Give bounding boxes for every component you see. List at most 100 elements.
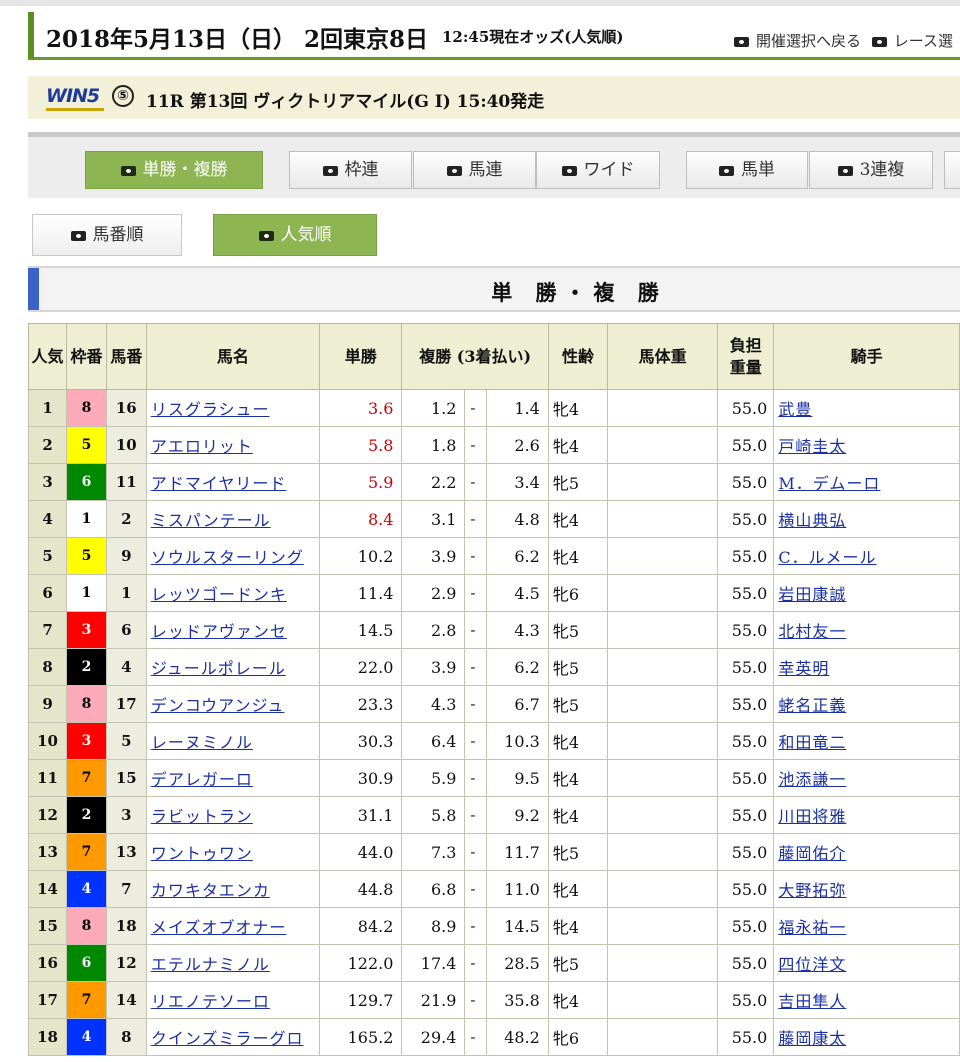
place-odds-separator: - — [464, 611, 487, 649]
popularity-rank: 3 — [27, 463, 68, 501]
horse-name-cell: エテルナミノル — [145, 944, 320, 982]
burden-weight: 55.0 — [717, 870, 775, 908]
horse-name-link[interactable]: ミスパンテール — [151, 511, 271, 530]
jockey-cell: 和田竜二 — [773, 722, 960, 760]
page-header: 2018年5月13日（日） 2回東京8日 12:45現在オッズ(人気順) 開催選… — [28, 10, 960, 60]
jockey-cell: 川田将雅 — [773, 796, 960, 834]
popularity-rank: 6 — [27, 574, 68, 612]
place-odds-separator: - — [464, 426, 487, 464]
jockey-link[interactable]: 横山典弘 — [778, 511, 846, 530]
horse-name-link[interactable]: リスグラシュー — [151, 400, 270, 419]
sort-by-popularity[interactable]: 人気順 — [213, 214, 377, 256]
horse-name-link[interactable]: エテルナミノル — [151, 955, 270, 974]
jockey-link[interactable]: 福永祐一 — [778, 918, 846, 937]
jockey-cell: 藤岡佑介 — [773, 833, 960, 871]
table-row: 7 3 6 レッドアヴァンセ 14.5 2.8-4.3 牝5 55.0 北村友一 — [27, 611, 960, 649]
race-select-link[interactable]: レース選 — [871, 32, 953, 50]
jockey-link[interactable]: 池添謙一 — [778, 770, 846, 789]
horse-name-link[interactable]: リエノテソーロ — [151, 992, 270, 1011]
horse-name-cell: レッツゴードンキ — [145, 574, 320, 612]
jockey-cell: 幸英明 — [773, 648, 960, 686]
jockey-link[interactable]: M．デムーロ — [778, 474, 880, 493]
tab-quinella[interactable]: 馬連 — [413, 151, 536, 189]
horse-name-link[interactable]: ワントゥワン — [151, 844, 253, 863]
burden-weight: 55.0 — [717, 981, 775, 1019]
horse-number: 3 — [105, 796, 147, 834]
jockey-link[interactable]: 藤岡佑介 — [778, 844, 846, 863]
table-row: 15 8 18 メイズオブオナー 84.2 8.9-14.5 牝4 55.0 福永祐一 — [27, 907, 960, 945]
horse-name-link[interactable]: デアレガーロ — [151, 770, 253, 789]
jockey-link[interactable]: C．ルメール — [778, 548, 876, 567]
horse-name-link[interactable]: クインズミラーグロ — [151, 1029, 304, 1048]
place-odds-max: 10.3 — [485, 722, 549, 760]
body-weight — [607, 685, 719, 723]
horse-name-link[interactable]: デンコウアンジュ — [151, 696, 285, 715]
place-odds-max: 4.3 — [485, 611, 549, 649]
jockey-link[interactable]: 北村友一 — [778, 622, 846, 641]
horse-name-cell: カワキタエンカ — [145, 870, 320, 908]
table-row: 5 5 9 ソウルスターリング 10.2 3.9-6.2 牝4 55.0 C．ルメール — [27, 537, 960, 575]
tab-more[interactable] — [944, 151, 960, 189]
pill-icon — [446, 165, 462, 176]
place-odds-max: 6.2 — [485, 537, 549, 575]
tab-exacta[interactable]: 馬単 — [686, 151, 808, 189]
jockey-link[interactable]: 四位洋文 — [778, 955, 846, 974]
horse-name-link[interactable]: レーヌミノル — [151, 733, 253, 752]
back-to-meeting-link[interactable]: 開催選択へ戻る — [734, 32, 861, 50]
body-weight — [607, 981, 719, 1019]
jockey-link[interactable]: 吉田隼人 — [778, 992, 846, 1011]
jockey-link[interactable]: 武豊 — [778, 400, 812, 419]
sex-age: 牝4 — [547, 981, 609, 1019]
horse-name-link[interactable]: アドマイヤリード — [151, 474, 287, 493]
jockey-link[interactable]: 戸崎圭太 — [778, 437, 846, 456]
horse-name-cell: ミスパンテール — [145, 500, 320, 538]
sort-by-horse-number[interactable]: 馬番順 — [32, 214, 182, 256]
tab-win-place[interactable]: 単勝・複勝 — [85, 151, 263, 189]
frame-number: 3 — [66, 611, 107, 649]
jockey-cell: 池添謙一 — [773, 759, 960, 797]
sex-age: 牝4 — [547, 426, 609, 464]
horse-name-link[interactable]: レッツゴードンキ — [151, 585, 287, 604]
tab-frame-quinella[interactable]: 枠連 — [289, 151, 412, 189]
place-odds-min: 8.9 — [401, 907, 466, 945]
jockey-link[interactable]: 和田竜二 — [778, 733, 846, 752]
tab-wide[interactable]: ワイド — [536, 151, 660, 189]
race-title: 11R 第13回 ヴィクトリアマイル(G Ⅰ) 15:40発走 — [146, 92, 545, 112]
win-odds: 31.1 — [318, 796, 403, 834]
jockey-link[interactable]: 大野拓弥 — [778, 881, 846, 900]
pill-icon — [120, 165, 136, 176]
horse-name-link[interactable]: カワキタエンカ — [151, 881, 270, 900]
section-header: 単 勝・複 勝 — [28, 266, 960, 312]
horse-name-cell: メイズオブオナー — [145, 907, 320, 945]
jockey-link[interactable]: 幸英明 — [778, 659, 829, 678]
table-row: 3 6 11 アドマイヤリード 5.9 2.2-3.4 牝5 55.0 M．デムーロ — [27, 463, 960, 501]
table-row: 10 3 5 レーヌミノル 30.3 6.4-10.3 牝4 55.0 和田竜二 — [27, 722, 960, 760]
jockey-link[interactable]: 岩田康誠 — [778, 585, 846, 604]
place-odds-max: 28.5 — [485, 944, 549, 982]
popularity-rank: 13 — [27, 833, 68, 871]
pill-icon — [837, 165, 853, 176]
jockey-link[interactable]: 川田将雅 — [778, 807, 846, 826]
place-odds-separator: - — [464, 944, 487, 982]
horse-name-link[interactable]: ラビットラン — [151, 807, 253, 826]
col-burden-weight: 負担 重量 — [717, 323, 775, 390]
place-odds-separator: - — [464, 907, 487, 945]
pill-icon — [561, 165, 577, 176]
sex-age: 牝5 — [547, 944, 609, 982]
horse-name-link[interactable]: ジュールポレール — [151, 659, 286, 678]
win-odds: 5.8 — [318, 426, 403, 464]
horse-name-link[interactable]: レッドアヴァンセ — [151, 622, 287, 641]
horse-name-link[interactable]: ソウルスターリング — [151, 548, 304, 567]
popularity-rank: 11 — [27, 759, 68, 797]
body-weight — [607, 722, 719, 760]
tab-trio[interactable]: 3連複 — [809, 151, 933, 189]
place-odds-min: 5.8 — [401, 796, 466, 834]
horse-name-link[interactable]: メイズオブオナー — [151, 918, 287, 937]
jockey-link[interactable]: 蛯名正義 — [778, 696, 846, 715]
frame-number: 2 — [66, 648, 107, 686]
place-odds-max: 9.2 — [485, 796, 549, 834]
jockey-link[interactable]: 藤岡康太 — [778, 1029, 846, 1048]
horse-name-link[interactable]: アエロリット — [151, 437, 253, 456]
burden-weight: 55.0 — [717, 685, 775, 723]
frame-number: 8 — [66, 907, 107, 945]
